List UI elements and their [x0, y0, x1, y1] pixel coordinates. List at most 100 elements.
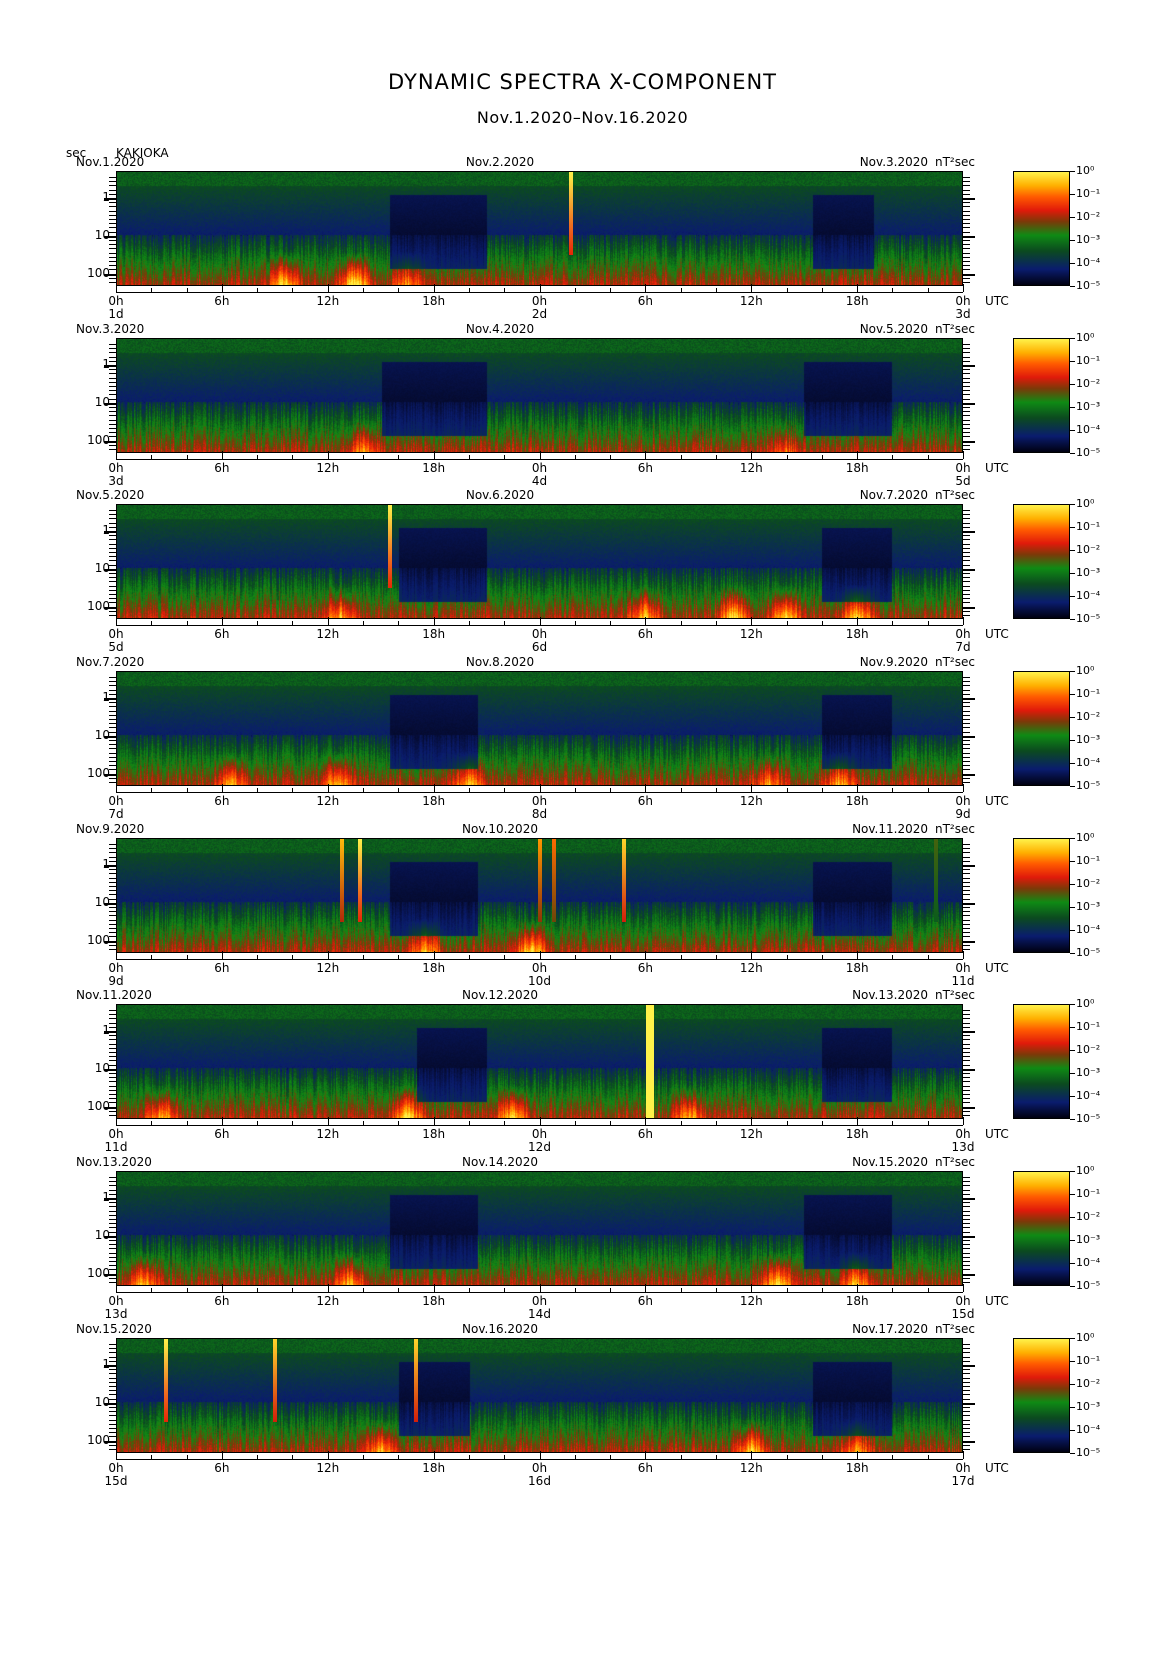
y-minor-tick	[109, 1365, 116, 1366]
x-major-tick	[645, 1284, 647, 1292]
colorbar-tick-label: 10⁻⁵	[1076, 946, 1101, 959]
y-minor-tick-right	[963, 1198, 970, 1199]
y-minor-tick-right	[963, 577, 970, 579]
y-minor-tick-right	[963, 1282, 970, 1283]
x-major-tick	[645, 617, 647, 625]
y-tick-label: 100	[87, 433, 110, 447]
x-tick-label: 18h	[422, 461, 446, 475]
colorbar-tick-label: 10⁰	[1076, 664, 1095, 677]
y-minor-tick	[109, 394, 116, 396]
colorbar-tick-label: 10⁻³	[1076, 1066, 1101, 1079]
y-minor-tick	[109, 769, 116, 771]
x-major-tick	[539, 451, 541, 459]
y-minor-tick-right	[963, 890, 970, 892]
x-tick-label: 18h	[422, 1127, 446, 1141]
y-minor-tick-right	[963, 1449, 970, 1450]
y-minor-tick	[109, 1223, 116, 1225]
y-tick-label: 10	[94, 561, 110, 575]
x-minor-tick	[257, 1288, 259, 1292]
day-label-end: 17d	[951, 1474, 975, 1488]
y-minor-tick-right	[963, 923, 970, 925]
y-minor-tick	[109, 377, 116, 379]
x-minor-tick	[398, 1288, 400, 1292]
panel-mid-date: Nov.2.2020	[465, 155, 535, 169]
y-minor-tick	[109, 1031, 116, 1032]
x-major-tick	[116, 617, 117, 625]
y-minor-tick	[109, 386, 116, 387]
y-minor-tick	[109, 1193, 116, 1195]
x-minor-tick	[398, 621, 400, 625]
colorbar-unit-label: nT²sec	[935, 488, 975, 502]
colorbar-tick-label: 10⁻¹	[1076, 187, 1101, 200]
x-minor-tick	[468, 621, 470, 625]
y-minor-tick-right	[963, 552, 970, 553]
y-minor-tick	[109, 1411, 116, 1413]
x-major-tick	[221, 284, 223, 292]
y-minor-tick-right	[963, 539, 970, 541]
x-major-tick	[327, 284, 329, 292]
y-minor-tick-right	[963, 252, 970, 254]
x-minor-tick	[821, 1288, 823, 1292]
y-minor-tick	[109, 723, 116, 725]
y-minor-tick-right	[963, 735, 970, 737]
x-minor-tick	[927, 288, 929, 292]
panel-end-date: Nov.13.2020	[852, 988, 928, 1002]
colorbar	[1013, 171, 1070, 286]
colorbar-tick-label: 10⁰	[1076, 1331, 1095, 1344]
y-minor-tick	[109, 235, 116, 237]
y-minor-tick-right	[963, 1252, 970, 1254]
y-minor-tick	[109, 1231, 116, 1233]
spike-mark	[551, 839, 556, 922]
y-minor-tick	[109, 344, 116, 345]
y-minor-tick	[109, 381, 116, 383]
colorbar-tick	[1070, 504, 1075, 505]
y-minor-tick	[109, 1073, 116, 1074]
x-minor-tick	[398, 455, 400, 459]
x-minor-tick	[151, 455, 153, 459]
y-minor-tick	[109, 890, 116, 892]
y-minor-tick-right	[963, 1177, 970, 1178]
y-minor-tick-right	[963, 727, 970, 729]
y-minor-tick	[109, 1240, 116, 1241]
colorbar-tick	[1070, 171, 1075, 172]
spectrogram-panel: Nov.11.2020 Nov.12.2020 Nov.13.2020 nT²sec 1…	[0, 988, 1165, 1166]
colorbar-tick	[1070, 619, 1075, 620]
y-minor-tick-right	[963, 1419, 970, 1421]
y-minor-tick	[109, 877, 116, 879]
day-label-start: 7d	[108, 807, 124, 821]
colorbar-tick-label: 10⁻²	[1076, 1210, 1101, 1223]
y-minor-tick	[109, 543, 116, 545]
colorbar-tick-label: 10⁻⁴	[1076, 1089, 1101, 1102]
colorbar-tick	[1070, 740, 1075, 741]
y-minor-tick	[109, 594, 116, 595]
y-minor-tick	[109, 373, 116, 375]
y-minor-tick	[109, 227, 116, 229]
y-minor-tick	[109, 911, 116, 913]
y-minor-tick	[109, 923, 116, 925]
y-minor-tick	[109, 693, 116, 695]
y-minor-tick	[109, 526, 116, 528]
y-minor-tick	[109, 848, 116, 850]
day-label-end: 9d	[955, 807, 971, 821]
x-minor-tick	[574, 1121, 576, 1125]
y-minor-tick	[109, 256, 116, 258]
y-minor-tick-right	[963, 1102, 970, 1104]
colorbar-tick-label: 10⁰	[1076, 1164, 1095, 1177]
panel-end-date: Nov.11.2020	[852, 822, 928, 836]
x-tick-label: 0h	[108, 1127, 124, 1141]
spike-mark	[273, 1339, 278, 1422]
x-tick-label: 0h	[531, 961, 548, 975]
y-minor-tick	[109, 1181, 116, 1183]
spike-mark	[414, 1339, 419, 1422]
y-minor-tick	[109, 449, 116, 450]
day-label-end: 11d	[951, 974, 975, 988]
y-minor-tick-right	[963, 223, 970, 225]
colorbar-tick-label: 10⁻³	[1076, 1233, 1101, 1246]
y-minor-tick	[109, 1219, 116, 1220]
y-minor-tick	[109, 777, 116, 779]
y-minor-tick	[109, 1398, 116, 1400]
y-minor-tick	[109, 1206, 116, 1208]
x-tick-label: 18h	[845, 461, 869, 475]
y-minor-tick-right	[963, 1423, 970, 1425]
y-minor-tick	[109, 589, 116, 591]
